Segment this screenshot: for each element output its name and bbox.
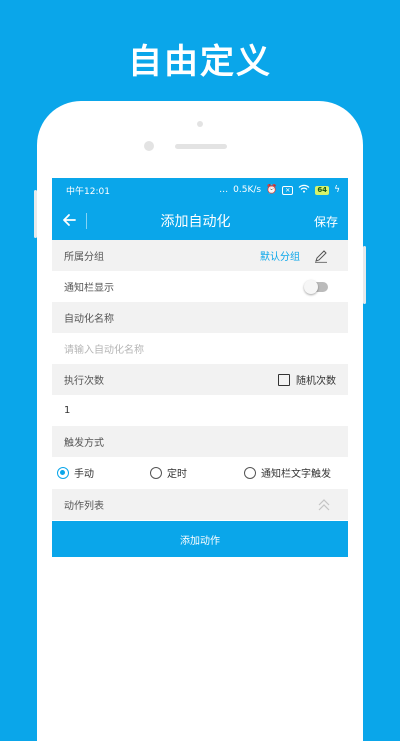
name-label: 自动化名称 [64,314,114,325]
status-bar: 中午12:01 … 0.5K/s ⏰ ✕ 64 ϟ [52,178,348,202]
count-label: 执行次数 [64,376,104,387]
alarm-icon: ⏰ [266,185,278,195]
back-arrow-icon[interactable] [52,211,86,232]
actions-label: 动作列表 [64,501,104,512]
notify-row: 通知栏显示 [52,271,348,302]
trigger-option-timed[interactable]: 定时 [150,465,244,480]
trigger-header-row: 触发方式 [52,426,348,457]
network-speed: 0.5K/s [233,185,262,195]
name-input-row[interactable]: 请输入自动化名称 [52,333,348,364]
phone-side-button [363,246,366,304]
radio-selected-icon[interactable] [57,466,69,479]
phone-camera [144,141,154,151]
status-icons: … 0.5K/s ⏰ ✕ 64 ϟ [219,184,340,196]
actions-header-row: 动作列表 [52,489,348,520]
trigger-option-manual[interactable]: 手动 [57,465,150,480]
page-title: 添加自动化 [160,214,231,230]
battery-icon: 64 [315,185,330,195]
app-screen: 中午12:01 … 0.5K/s ⏰ ✕ 64 ϟ 添加自动化 保存 所属分组 … [52,178,348,711]
group-row[interactable]: 所属分组 默认分组 [52,240,348,271]
notify-label: 通知栏显示 [64,283,114,294]
checkbox-box[interactable] [278,373,290,386]
phone-sensor [197,121,203,127]
group-label: 所属分组 [64,252,104,263]
headline: 自由定义 [128,42,272,82]
charging-icon: ϟ [334,185,340,195]
count-header-row: 执行次数 随机次数 [52,364,348,395]
phone-speaker [175,144,227,149]
random-count-checkbox[interactable]: 随机次数 [278,372,336,387]
name-header-row: 自动化名称 [52,302,348,333]
name-input[interactable]: 请输入自动化名称 [64,341,144,356]
radio-icon[interactable] [150,466,162,479]
trigger-option-label: 手动 [74,469,94,480]
random-count-label: 随机次数 [296,376,336,387]
add-action-button[interactable]: 添加动作 [52,521,348,557]
count-input[interactable]: 1 [64,405,70,416]
status-time: 中午12:01 [66,186,110,197]
trigger-label: 触发方式 [64,438,104,449]
notify-toggle[interactable] [304,279,328,294]
toggle-knob [304,279,318,294]
radio-icon[interactable] [244,466,256,479]
count-input-row[interactable]: 1 [52,395,348,426]
trigger-option-label: 定时 [167,469,187,480]
sim-icon: ✕ [282,185,294,195]
collapse-chevron-icon[interactable] [316,497,332,513]
group-value[interactable]: 默认分组 [260,248,300,263]
trigger-option-label: 通知栏文字触发 [261,469,331,480]
trigger-option-notification[interactable]: 通知栏文字触发 [244,465,331,480]
edit-pencil-icon[interactable] [314,249,328,263]
app-bar: 添加自动化 保存 [52,202,348,240]
save-button[interactable]: 保存 [304,213,348,230]
trigger-options-row: 手动 定时 通知栏文字触发 [52,457,348,488]
wifi-icon [298,184,310,196]
